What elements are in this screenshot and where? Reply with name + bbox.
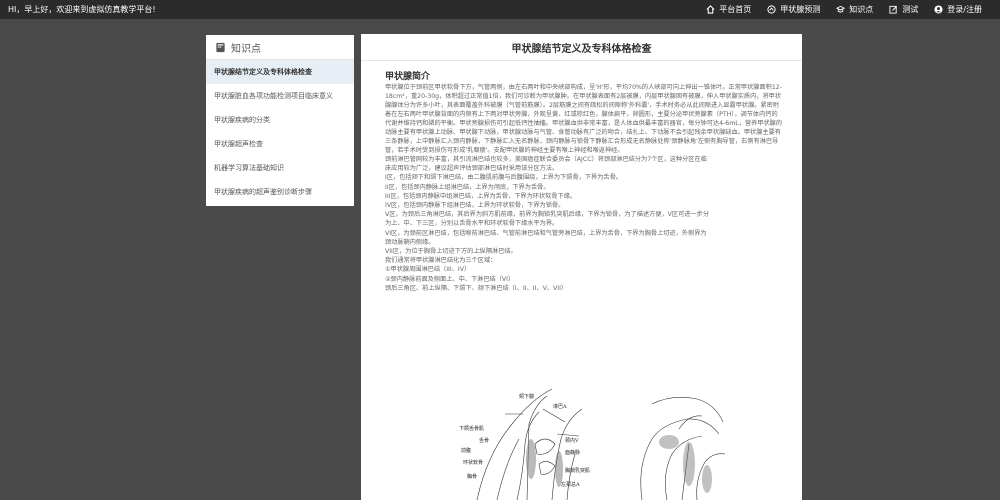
greeting-text: HI，早上好，欢迎来到虚拟仿真教学平台! bbox=[8, 5, 156, 14]
edit-icon bbox=[889, 5, 898, 14]
text-line: VII区，为位于胸骨上切迹下方的上纵隔淋巴结。 bbox=[385, 248, 517, 256]
sidebar-header: 知识点 bbox=[206, 35, 354, 60]
text-line: 为上、中、下三区，分别以舌骨水平和环状软骨下缘水平为界。 bbox=[385, 220, 559, 228]
sidebar-item-thyroid-ultrasound[interactable]: 甲状腺超声检查 bbox=[206, 132, 354, 156]
text-line: 颈后三角区、前上纵隔、下颌下、颏下淋巴结（I、II、II、V、VII） bbox=[385, 284, 568, 292]
figure-label: 面静脉 bbox=[565, 449, 580, 456]
lymph-node-text: 颈前淋巴管网较为丰富，其引流淋巴结也较多，美国癌症联合委员会（AJCC）将颈部淋… bbox=[385, 155, 782, 293]
text-line: II区，包括颈内静脉上组淋巴结，上界为颅底，下界为舌骨。 bbox=[385, 183, 550, 191]
figure-label: 胸锁乳突肌 bbox=[565, 467, 590, 474]
text-line: ②颈内静脉前面及侧面上、中、下淋巴结（VI） bbox=[385, 275, 515, 283]
figure-label: 下颌舌骨肌 bbox=[459, 425, 484, 432]
predict-icon bbox=[767, 5, 776, 14]
nav-predict-label: 甲状腺预测 bbox=[780, 5, 821, 14]
knowledge-sidebar: 知识点 甲状腺结节定义及专科体格检查 甲状腺脏血各项功能检测项目临床意义 甲状腺… bbox=[206, 35, 354, 206]
text-line: VI区，为颈前区淋巴结，包括喉前淋巴结、气管前淋巴结和气管旁淋巴结，上界为舌骨，… bbox=[385, 229, 707, 237]
text-line: III区，包括颈内静脉中组淋巴结，上界为舌骨，下界为环状软骨下缘。 bbox=[385, 192, 577, 200]
text-line: 颈动脉鞘内侧缘。 bbox=[385, 238, 435, 246]
text-line: 我们通常将甲状腺淋巴结化为三个区域： bbox=[385, 257, 497, 265]
nav-test[interactable]: 测试 bbox=[889, 4, 918, 15]
nav-home[interactable]: 平台首页 bbox=[706, 4, 751, 15]
nav-login-label: 登录/注册 bbox=[947, 5, 982, 14]
nav-login[interactable]: 登录/注册 bbox=[934, 4, 982, 15]
figure-label: 淋巴A bbox=[553, 403, 567, 410]
text-line: ①甲状腺周围淋巴结（III、IV） bbox=[385, 266, 471, 274]
nav-test-label: 测试 bbox=[902, 5, 919, 14]
figure-label: 舌骨 bbox=[479, 437, 489, 444]
nav-home-label: 平台首页 bbox=[719, 5, 752, 14]
sidebar-item-machine-learning-basics[interactable]: 机器学习算法基础知识 bbox=[206, 156, 354, 180]
figure-label: 前腹 bbox=[461, 447, 471, 454]
top-nav: 平台首页 甲状腺预测 知识点 测试 登录/注册 bbox=[706, 0, 1000, 19]
knowledge-icon bbox=[836, 5, 846, 13]
section-title: 甲状腺简介 bbox=[385, 72, 431, 82]
text-line: IV区，包括颈内静脉下组淋巴结，上界为环状软骨，下界为锁骨。 bbox=[385, 202, 565, 210]
main-content-panel: 甲状腺结节定义及专科体格检查 甲状腺简介 甲状腺位于颈前区甲状软骨下方，气管两侧… bbox=[361, 34, 802, 500]
top-bar: HI，早上好，欢迎来到虚拟仿真教学平台! 平台首页 甲状腺预测 知识点 测试 登… bbox=[0, 0, 1000, 19]
text-line: V区，为颈后三角淋巴结，其后界为斜方肌前缘，前界为胸锁乳突肌后缘，下界为锁骨，为… bbox=[385, 211, 710, 219]
figure-label: 胸骨 bbox=[467, 473, 477, 480]
sidebar-item-thyroid-function-tests[interactable]: 甲状腺脏血各项功能检测项目临床意义 bbox=[206, 84, 354, 108]
nav-knowledge-label: 知识点 bbox=[849, 5, 874, 14]
figure-label: 颏下腺 bbox=[519, 393, 534, 400]
text-line: 颈前淋巴管网较为丰富，其引流淋巴结也较多，美国癌症联合委员会（AJCC）将颈部淋… bbox=[385, 156, 707, 163]
sidebar-item-ultrasound-diagnosis-steps[interactable]: 甲状腺疾病的超声鉴别诊断步骤 bbox=[206, 180, 354, 204]
book-icon bbox=[216, 42, 225, 52]
figure-label: 左颈总A bbox=[561, 481, 580, 488]
intro-paragraph: 甲状腺位于颈前区甲状软骨下方，气管两侧，由左右两叶和中央峡部构成，呈'H'形，平… bbox=[385, 84, 783, 154]
text-line: I区，包括颏下和颌下淋巴结，由二腹肌前腹与后腹围绕，上界为下颌骨，下界为舌骨。 bbox=[385, 174, 622, 182]
home-icon bbox=[706, 5, 715, 14]
sidebar-item-thyroid-disease-classification[interactable]: 甲状腺疾病的分类 bbox=[206, 108, 354, 132]
sidebar-title: 知识点 bbox=[231, 43, 261, 55]
user-icon bbox=[934, 5, 943, 14]
figure-label: 环状软骨 bbox=[463, 459, 483, 466]
nav-knowledge[interactable]: 知识点 bbox=[836, 4, 873, 15]
text-line: 床应用较为广泛，建议超声评估颈部淋巴结时采用该分区方法。 bbox=[385, 165, 559, 173]
page-title: 甲状腺结节定义及专科体格检查 bbox=[361, 34, 802, 61]
article-body: 甲状腺简介 甲状腺位于颈前区甲状软骨下方，气管两侧，由左右两叶和中央峡部构成，呈… bbox=[361, 61, 802, 293]
sidebar-item-thyroid-nodule-definition[interactable]: 甲状腺结节定义及专科体格检查 bbox=[206, 60, 354, 84]
figure-label: 颈内V bbox=[565, 437, 579, 444]
neck-anatomy-illustration: 颏下腺 淋巴A 下颌舌骨肌 舌骨 颈内V 前腹 面静脉 环状软骨 胸锁乳突肌 胸… bbox=[459, 388, 726, 500]
nav-thyroid-predict[interactable]: 甲状腺预测 bbox=[767, 4, 820, 15]
